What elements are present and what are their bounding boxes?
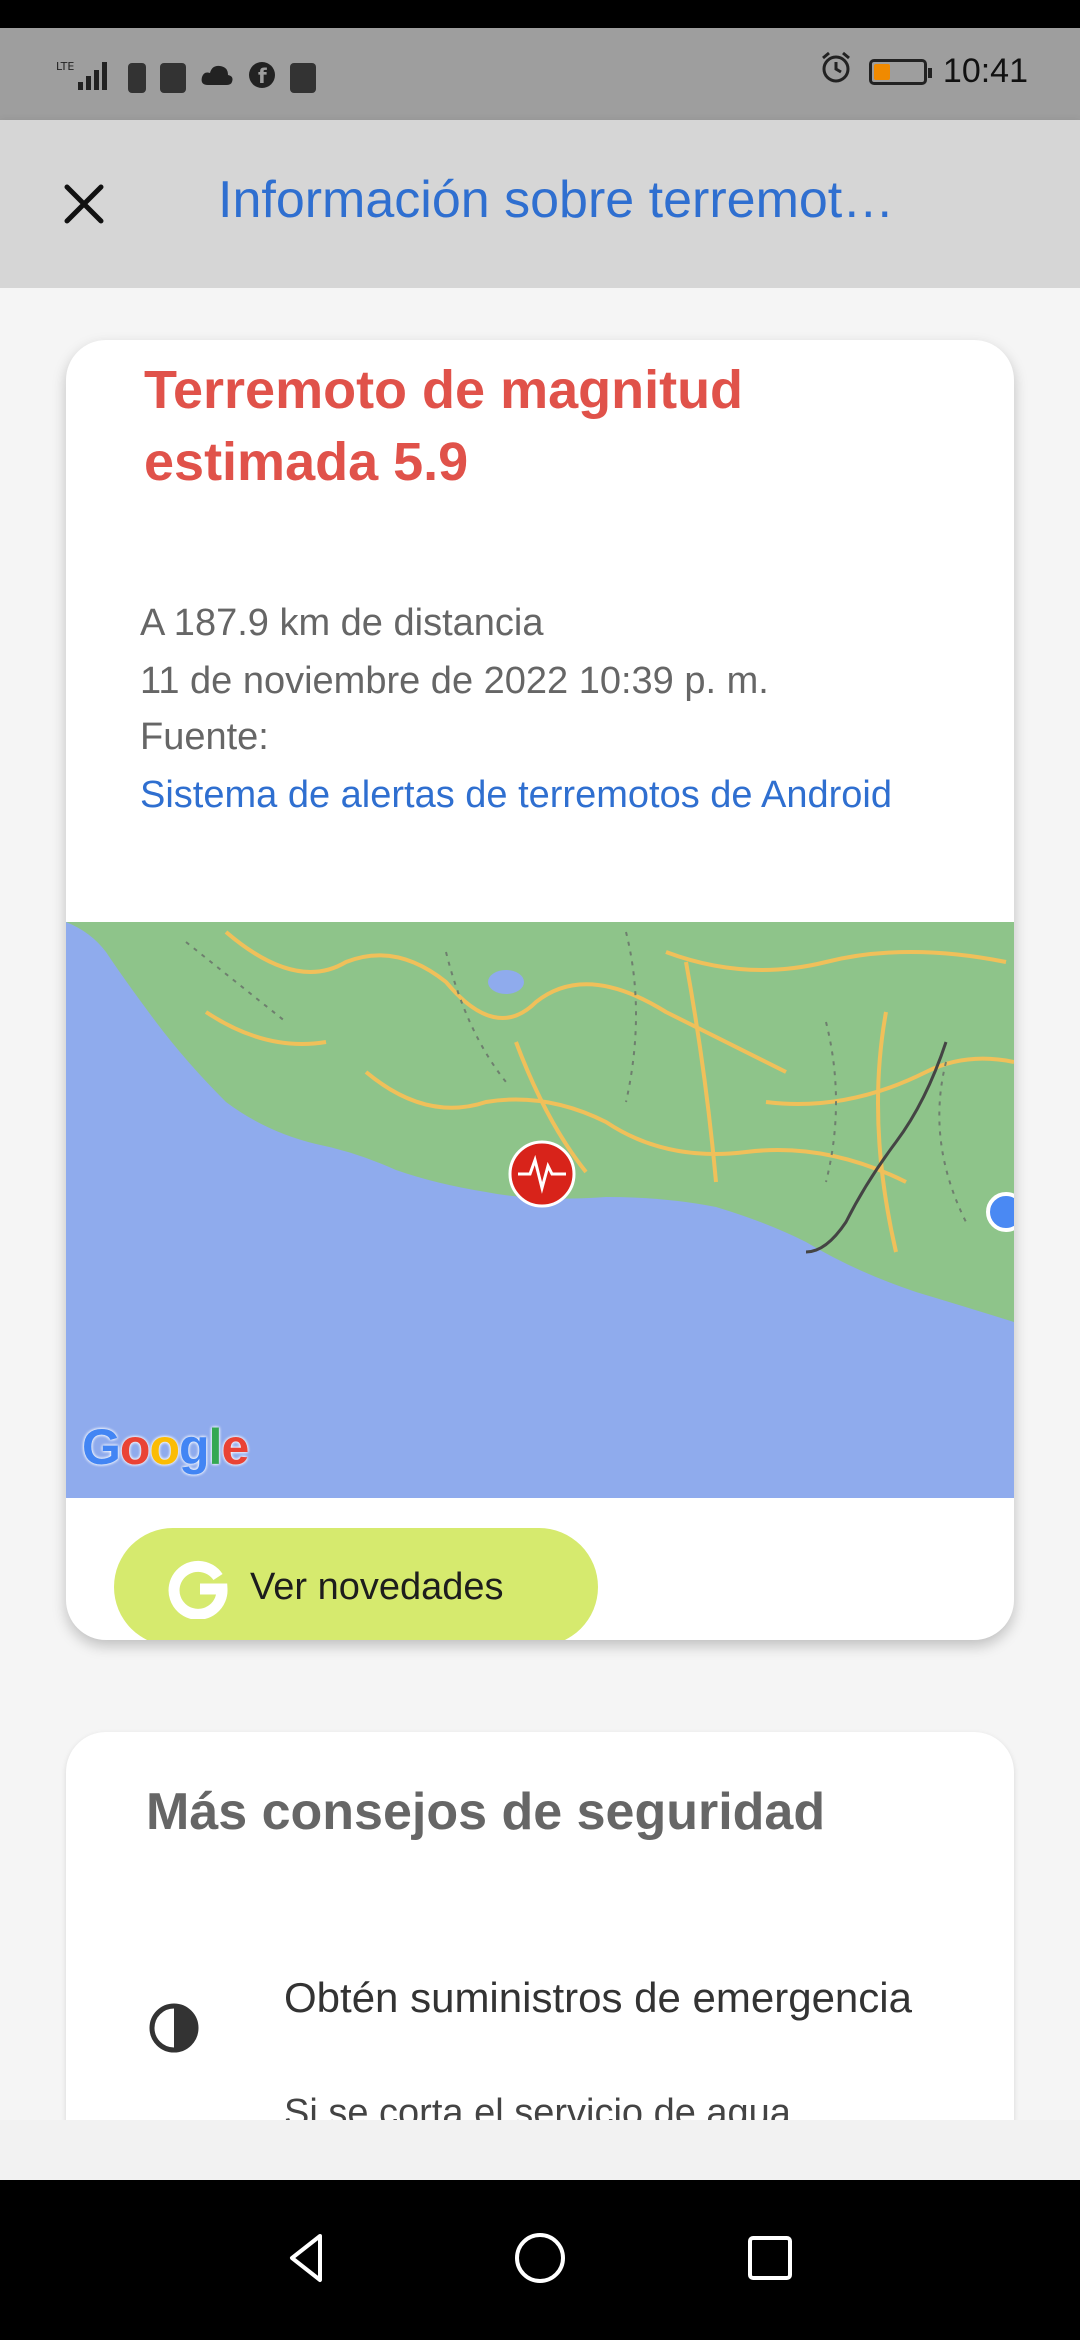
message-icon — [290, 62, 316, 93]
status-bar: LTE f 10:41 — [0, 28, 1080, 120]
lte-signal-icon: LTE — [56, 58, 114, 97]
navigation-bar — [0, 2180, 1080, 2340]
map-graphic — [66, 922, 1014, 1322]
back-button[interactable] — [268, 2218, 348, 2298]
content-scroll[interactable]: Terremoto de magnitud estimada 5.9 A 187… — [0, 288, 1080, 2120]
land-region — [66, 922, 1014, 1322]
battery-icon — [868, 58, 932, 85]
earthquake-marker-icon — [508, 1140, 576, 1208]
distance-text: A 187.9 km de distancia — [140, 602, 544, 644]
app-icon — [160, 62, 186, 93]
lake — [488, 970, 524, 994]
app-bar: Información sobre terremot… — [0, 120, 1080, 288]
home-icon — [515, 2233, 565, 2283]
status-right: 10:41 — [819, 50, 1028, 93]
earthquake-alert-card: Terremoto de magnitud estimada 5.9 A 187… — [66, 340, 1014, 1640]
close-button[interactable] — [52, 172, 116, 236]
datetime-text: 11 de noviembre de 2022 10:39 p. m. — [140, 660, 769, 702]
safety-tips-card: Más consejos de seguridad Obtén suminist… — [66, 1732, 1014, 2120]
app-title: Información sobre terremot… — [218, 171, 895, 229]
clock: 10:41 — [942, 52, 1028, 90]
home-button[interactable] — [500, 2218, 580, 2298]
google-g-icon — [168, 1560, 228, 1619]
source-link[interactable]: Sistema de alertas de terremotos de Andr… — [140, 770, 940, 820]
facebook-icon: f — [248, 61, 276, 94]
cloud-icon — [200, 63, 234, 92]
half-circle-icon — [149, 2003, 199, 2053]
ver-novedades-button[interactable]: Ver novedades — [114, 1528, 598, 1640]
ver-novedades-label: Ver novedades — [250, 1565, 504, 1608]
back-icon — [290, 2234, 322, 2282]
tip-title[interactable]: Obtén suministros de emergencia — [284, 1968, 934, 2028]
close-icon — [64, 184, 104, 224]
tip-description: Si se corta el servicio de agua, — [284, 2092, 802, 2120]
source-label: Fuente: — [140, 716, 269, 758]
status-icons: LTE f — [56, 58, 316, 97]
alarm-icon — [819, 50, 853, 93]
top-edge — [0, 0, 1080, 28]
battery-saver-icon — [128, 62, 146, 93]
svg-text:LTE: LTE — [56, 60, 74, 73]
quake-map[interactable]: Google — [66, 922, 1014, 1498]
google-logo: Google — [82, 1419, 249, 1475]
section-title: Más consejos de seguridad — [146, 1783, 826, 1841]
quake-title: Terremoto de magnitud estimada 5.9 — [144, 360, 744, 492]
recents-icon — [748, 2236, 792, 2280]
recents-button[interactable] — [730, 2218, 810, 2298]
svg-text:f: f — [258, 64, 267, 88]
location-dot — [986, 1192, 1014, 1232]
